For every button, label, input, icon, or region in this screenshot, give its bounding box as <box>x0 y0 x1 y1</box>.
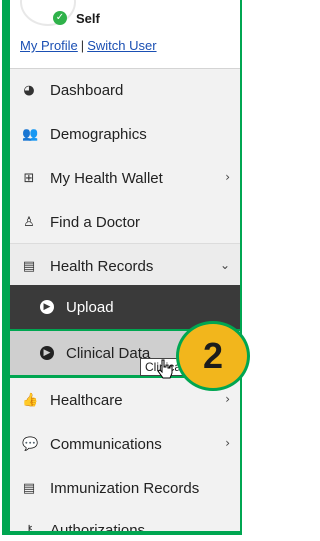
switch-user-link[interactable]: Switch User <box>87 38 156 53</box>
step-badge: 2 <box>176 321 250 391</box>
sidebar-item-find-a-doctor[interactable]: ♙ Find a Doctor <box>10 200 240 244</box>
sidebar-item-label: Immunization Records <box>50 479 200 497</box>
sidebar-item-label: Authorizations <box>50 521 146 532</box>
file-icon: ▤ <box>22 258 36 274</box>
sidebar-item-health-records[interactable]: ▤ Health Records ⌄ <box>10 243 240 288</box>
sidebar-item-label: Find a Doctor <box>50 213 141 231</box>
user-name: Self <box>76 11 100 26</box>
my-profile-link[interactable]: My Profile <box>20 38 78 53</box>
user-links: My Profile | Switch User <box>20 38 157 53</box>
circle-arrow-icon: ▶ <box>40 300 54 314</box>
sidebar-item-label: Dashboard <box>50 81 124 99</box>
sidebar-item-label: My Health Wallet <box>50 169 163 187</box>
chevron-right-icon: › <box>225 436 230 450</box>
sidebar-item-immunization-records[interactable]: ▤ Immunization Records <box>10 466 240 510</box>
circle-arrow-icon: ▶ <box>40 346 54 360</box>
submenu-item-label: Clinical Data <box>66 344 151 362</box>
sidebar-item-label: Healthcare <box>50 391 123 409</box>
chevron-right-icon: › <box>225 170 230 184</box>
sidebar-item-label: Demographics <box>50 125 147 143</box>
dashboard-icon: ◕ <box>23 82 35 98</box>
sidebar-item-my-health-wallet[interactable]: ⊞ My Health Wallet › <box>10 156 240 200</box>
sidebar-item-label: Communications <box>50 435 162 453</box>
link-separator: | <box>80 38 85 53</box>
user-header: ✓ Self My Profile | Switch User <box>10 0 240 69</box>
sidebar-item-demographics[interactable]: 👥 Demographics <box>10 112 240 156</box>
highlight-frame: ✓ Self My Profile | Switch User ◕ Dashboar… <box>2 0 242 535</box>
doctor-icon: ♙ <box>23 214 35 230</box>
file-icon: ▤ <box>22 480 36 496</box>
comments-icon: 💬 <box>22 436 39 452</box>
avatar[interactable] <box>20 0 76 26</box>
key-icon: ⚷ <box>24 522 34 532</box>
chevron-right-icon: › <box>225 392 230 406</box>
chevron-down-icon: ⌄ <box>219 258 230 272</box>
sidebar-panel: ✓ Self My Profile | Switch User ◕ Dashboar… <box>10 0 240 531</box>
sidebar-item-communications[interactable]: 💬 Communications › <box>10 422 240 466</box>
thumbs-up-icon: 👍 <box>22 392 39 408</box>
sidebar-item-dashboard[interactable]: ◕ Dashboard <box>10 68 240 112</box>
check-icon: ✓ <box>53 11 67 25</box>
sidebar-item-authorizations[interactable]: ⚷ Authorizations <box>10 508 240 532</box>
plus-square-icon: ⊞ <box>23 170 35 186</box>
users-icon: 👥 <box>22 126 39 142</box>
submenu-item-label: Upload <box>66 298 114 316</box>
hand-cursor-icon <box>157 359 173 379</box>
sidebar-item-label: Health Records <box>50 257 154 275</box>
